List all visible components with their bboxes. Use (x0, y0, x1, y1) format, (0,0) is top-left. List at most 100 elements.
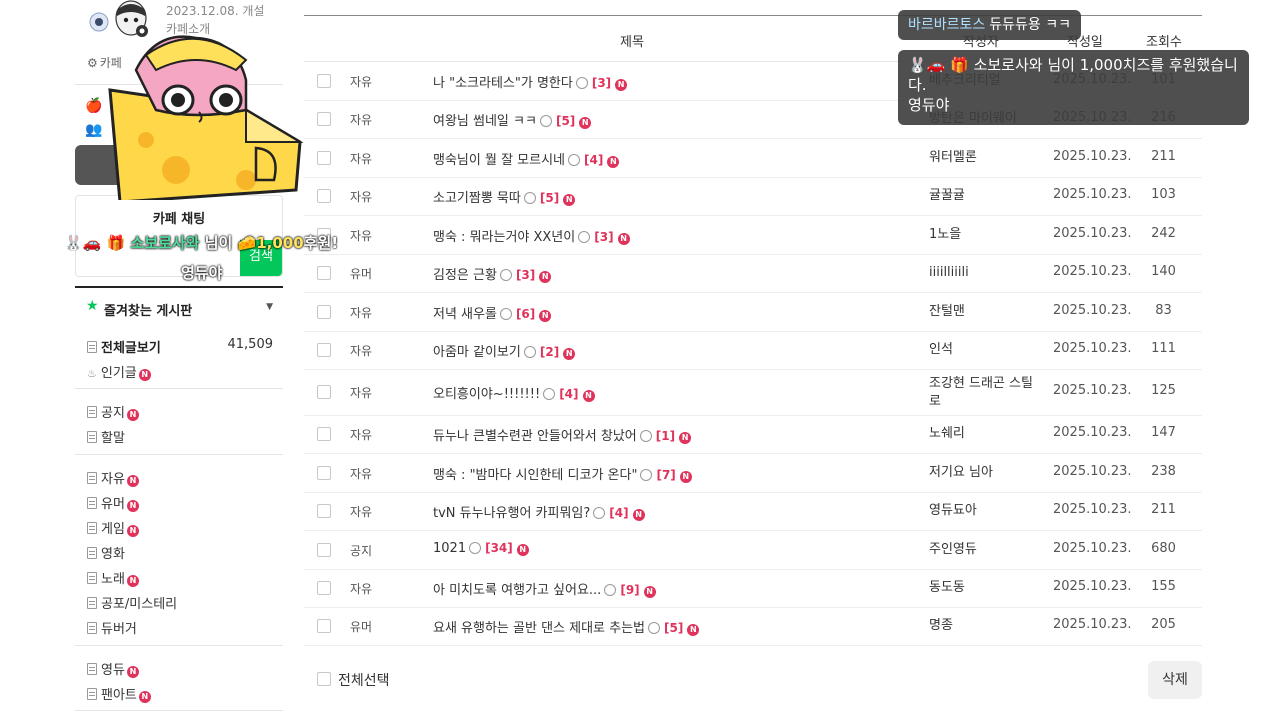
comment-count[interactable]: [5] (664, 621, 683, 635)
row-author[interactable]: 잔털맨 (929, 303, 1044, 321)
select-all-checkbox[interactable] (317, 672, 331, 686)
comment-count[interactable]: [3] (592, 76, 611, 90)
sidebar-item-game[interactable]: 게임 N (87, 518, 139, 540)
row-title-link[interactable]: 오티흥이야~!!!!!!! [4] N (433, 383, 595, 402)
sidebar-item-movie[interactable]: 영화 (87, 543, 125, 565)
row-title-link[interactable]: 듀누나 큰별수련관 안들어와서 창났어 [1] N (433, 425, 692, 444)
row-title-link[interactable]: 여왕님 썸네일 ㅋㅋ [5] N (433, 110, 592, 129)
row-checkbox[interactable] (317, 466, 331, 480)
row-title-link[interactable]: 맹숙 : 뭐라는거야 XX년이 [3] N (433, 226, 630, 245)
row-author[interactable]: 1노을 (929, 226, 1044, 244)
row-title-link[interactable]: 맹숙님이 뭘 잘 모르시네 [4] N (433, 149, 620, 168)
comment-count[interactable]: [6] (516, 307, 535, 321)
table-row[interactable]: 자유 저녁 새우롤 [6] N 잔털맨 2025.10.23. 83 (304, 293, 1202, 332)
row-checkbox[interactable] (317, 305, 331, 319)
board-icon (87, 406, 97, 418)
table-row[interactable]: 유머 요새 유행하는 골반 댄스 제대로 추는법 [5] N 명종 2025.10.23.… (304, 608, 1202, 646)
sidebar-item-label: 영화 (101, 547, 125, 562)
row-checkbox[interactable] (317, 343, 331, 357)
row-title-link[interactable]: tvN 듀누나유행어 카피뭐임? [4] N (433, 502, 645, 521)
table-row[interactable]: 공지 1021 [34] N 주인영듀 2025.10.23. 680 (304, 531, 1202, 570)
comment-count[interactable]: [4] (559, 387, 578, 401)
select-all-label[interactable]: 전체선택 (338, 670, 390, 690)
sidebar-item-fanart[interactable]: 팬아트 N (87, 684, 151, 706)
row-checkbox[interactable] (317, 504, 331, 518)
table-row[interactable]: 자유 맹숙 : 뭐라는거야 XX년이 [3] N 1노을 2025.10.23. 242 (304, 216, 1202, 255)
row-author[interactable]: 워터멜론 (929, 149, 1044, 167)
comment-count[interactable]: [7] (656, 468, 675, 482)
table-row[interactable]: 자유 아줌마 같이보기 [2] N 인석 2025.10.23. 111 (304, 332, 1202, 370)
sidebar-item-youngdu[interactable]: 영듀 N (87, 659, 139, 681)
new-badge: N (563, 348, 576, 360)
row-checkbox[interactable] (317, 112, 331, 126)
row-category: 자유 (350, 386, 373, 400)
row-title-text: 아 미치도록 여행가고 싶어요... (433, 583, 602, 598)
table-row[interactable]: 자유 듀누나 큰별수련관 안들어와서 창났어 [1] N 노쉐리 2025.10.23. 1… (304, 416, 1202, 454)
table-row[interactable]: 자유 맹숙 : "밤마다 시인한테 디코가 온다" [7] N 저기요 님아 2025.1… (304, 454, 1202, 493)
sidebar-item-horror[interactable]: 공포/미스테리 (87, 593, 177, 615)
sidebar-item-humor[interactable]: 유머 N (87, 493, 139, 515)
row-author[interactable]: 인석 (929, 341, 1044, 359)
comment-count[interactable]: [3] (594, 230, 613, 244)
row-title-link[interactable]: 1021 [34] N (433, 541, 529, 556)
row-author[interactable]: 저기요 님아 (929, 464, 1044, 482)
comment-count[interactable]: [5] (540, 191, 559, 205)
row-checkbox[interactable] (317, 581, 331, 595)
table-row[interactable]: 자유 오티흥이야~!!!!!!! [4] N 조강현 드래곤 스틸로 2025.10.23… (304, 370, 1202, 416)
row-views: 242 (1151, 226, 1176, 241)
comment-count[interactable]: [1] (656, 429, 675, 443)
row-author[interactable]: 명종 (929, 617, 1044, 635)
row-checkbox[interactable] (317, 151, 331, 165)
row-title-link[interactable]: 나 "소크라테스"가 명한다 [3] N (433, 72, 628, 91)
comment-count[interactable]: [34] (485, 541, 513, 555)
row-author[interactable]: 노쉐리 (929, 425, 1044, 443)
sidebar-item-popular[interactable]: ♨ 인기글 N (87, 362, 151, 384)
sidebar-item-song[interactable]: 노래 N (87, 568, 139, 590)
board-icon (87, 431, 97, 443)
row-checkbox[interactable] (317, 427, 331, 441)
comment-count[interactable]: [4] (584, 153, 603, 167)
row-title-link[interactable]: 김정은 근황 [3] N (433, 264, 552, 283)
new-badge: N (679, 471, 692, 483)
delete-button[interactable]: 삭제 (1148, 661, 1202, 699)
comment-count[interactable]: [5] (556, 114, 575, 128)
sidebar-item-duburger[interactable]: 듀버거 (87, 618, 137, 640)
comment-count[interactable]: [4] (609, 506, 628, 520)
row-title-link[interactable]: 요새 유행하는 골반 댄스 제대로 추는법 [5] N (433, 617, 700, 636)
sidebar-item-notice[interactable]: 공지 N (87, 402, 139, 424)
row-title-link[interactable]: 맹숙 : "밤마다 시인한테 디코가 온다" [7] N (433, 464, 692, 483)
sidebar-item-talk[interactable]: 할말 (87, 427, 125, 449)
row-author[interactable]: iiiilliiili (929, 264, 1044, 282)
row-checkbox[interactable] (317, 189, 331, 203)
table-row[interactable]: 자유 맹숙님이 뭘 잘 모르시네 [4] N 워터멜론 2025.10.23. 211 (304, 139, 1202, 178)
comment-count[interactable]: [9] (620, 583, 639, 597)
row-title-link[interactable]: 소고기짬뽕 묵따 [5] N (433, 187, 576, 206)
table-row[interactable]: 유머 김정은 근황 [3] Niiiilliiili 2025.10.23. 140 (304, 255, 1202, 293)
row-checkbox[interactable] (317, 385, 331, 399)
row-author[interactable]: 주인영듀 (929, 541, 1044, 559)
row-author[interactable]: 영듀됴아 (929, 502, 1044, 520)
board-icon (87, 522, 97, 534)
row-author[interactable]: 귤꿀귤 (929, 187, 1044, 205)
alert-message: 영듀야 (181, 264, 223, 282)
table-row[interactable]: 자유 소고기짬뽕 묵따 [5] N 귤꿀귤 2025.10.23. 103 (304, 178, 1202, 216)
row-author[interactable]: 동도동 (929, 579, 1044, 597)
favorite-boards-header[interactable]: ★ 즐겨찾는 게시판 ▼ (75, 286, 283, 328)
table-row[interactable]: 자유 tvN 듀누나유행어 카피뭐임? [4] N 영듀됴아 2025.10.23. 211 (304, 493, 1202, 531)
row-title-text: 오티흥이야~!!!!!!! (433, 387, 541, 402)
caret-down-icon[interactable]: ▼ (266, 302, 273, 312)
row-title-link[interactable]: 아 미치도록 여행가고 싶어요... [9] N (433, 579, 656, 598)
row-date: 2025.10.23. (1053, 502, 1132, 517)
comment-count[interactable]: [3] (516, 268, 535, 282)
table-row[interactable]: 자유 아 미치도록 여행가고 싶어요... [9] N 동도동 2025.10.23. 15… (304, 570, 1202, 608)
sidebar-item-free[interactable]: 자유 N (87, 468, 139, 490)
row-checkbox[interactable] (317, 74, 331, 88)
row-author[interactable]: 조강현 드래곤 스틸로 (929, 375, 1044, 411)
row-checkbox[interactable] (317, 619, 331, 633)
row-title-link[interactable]: 아줌마 같이보기 [2] N (433, 341, 576, 360)
row-checkbox[interactable] (317, 543, 331, 557)
comment-count[interactable]: [2] (540, 345, 559, 359)
sidebar-item-all-posts[interactable]: 전체글보기 (87, 337, 161, 359)
row-title-link[interactable]: 저녁 새우롤 [6] N (433, 303, 552, 322)
sidebar-item-label: 영듀 (101, 663, 125, 678)
